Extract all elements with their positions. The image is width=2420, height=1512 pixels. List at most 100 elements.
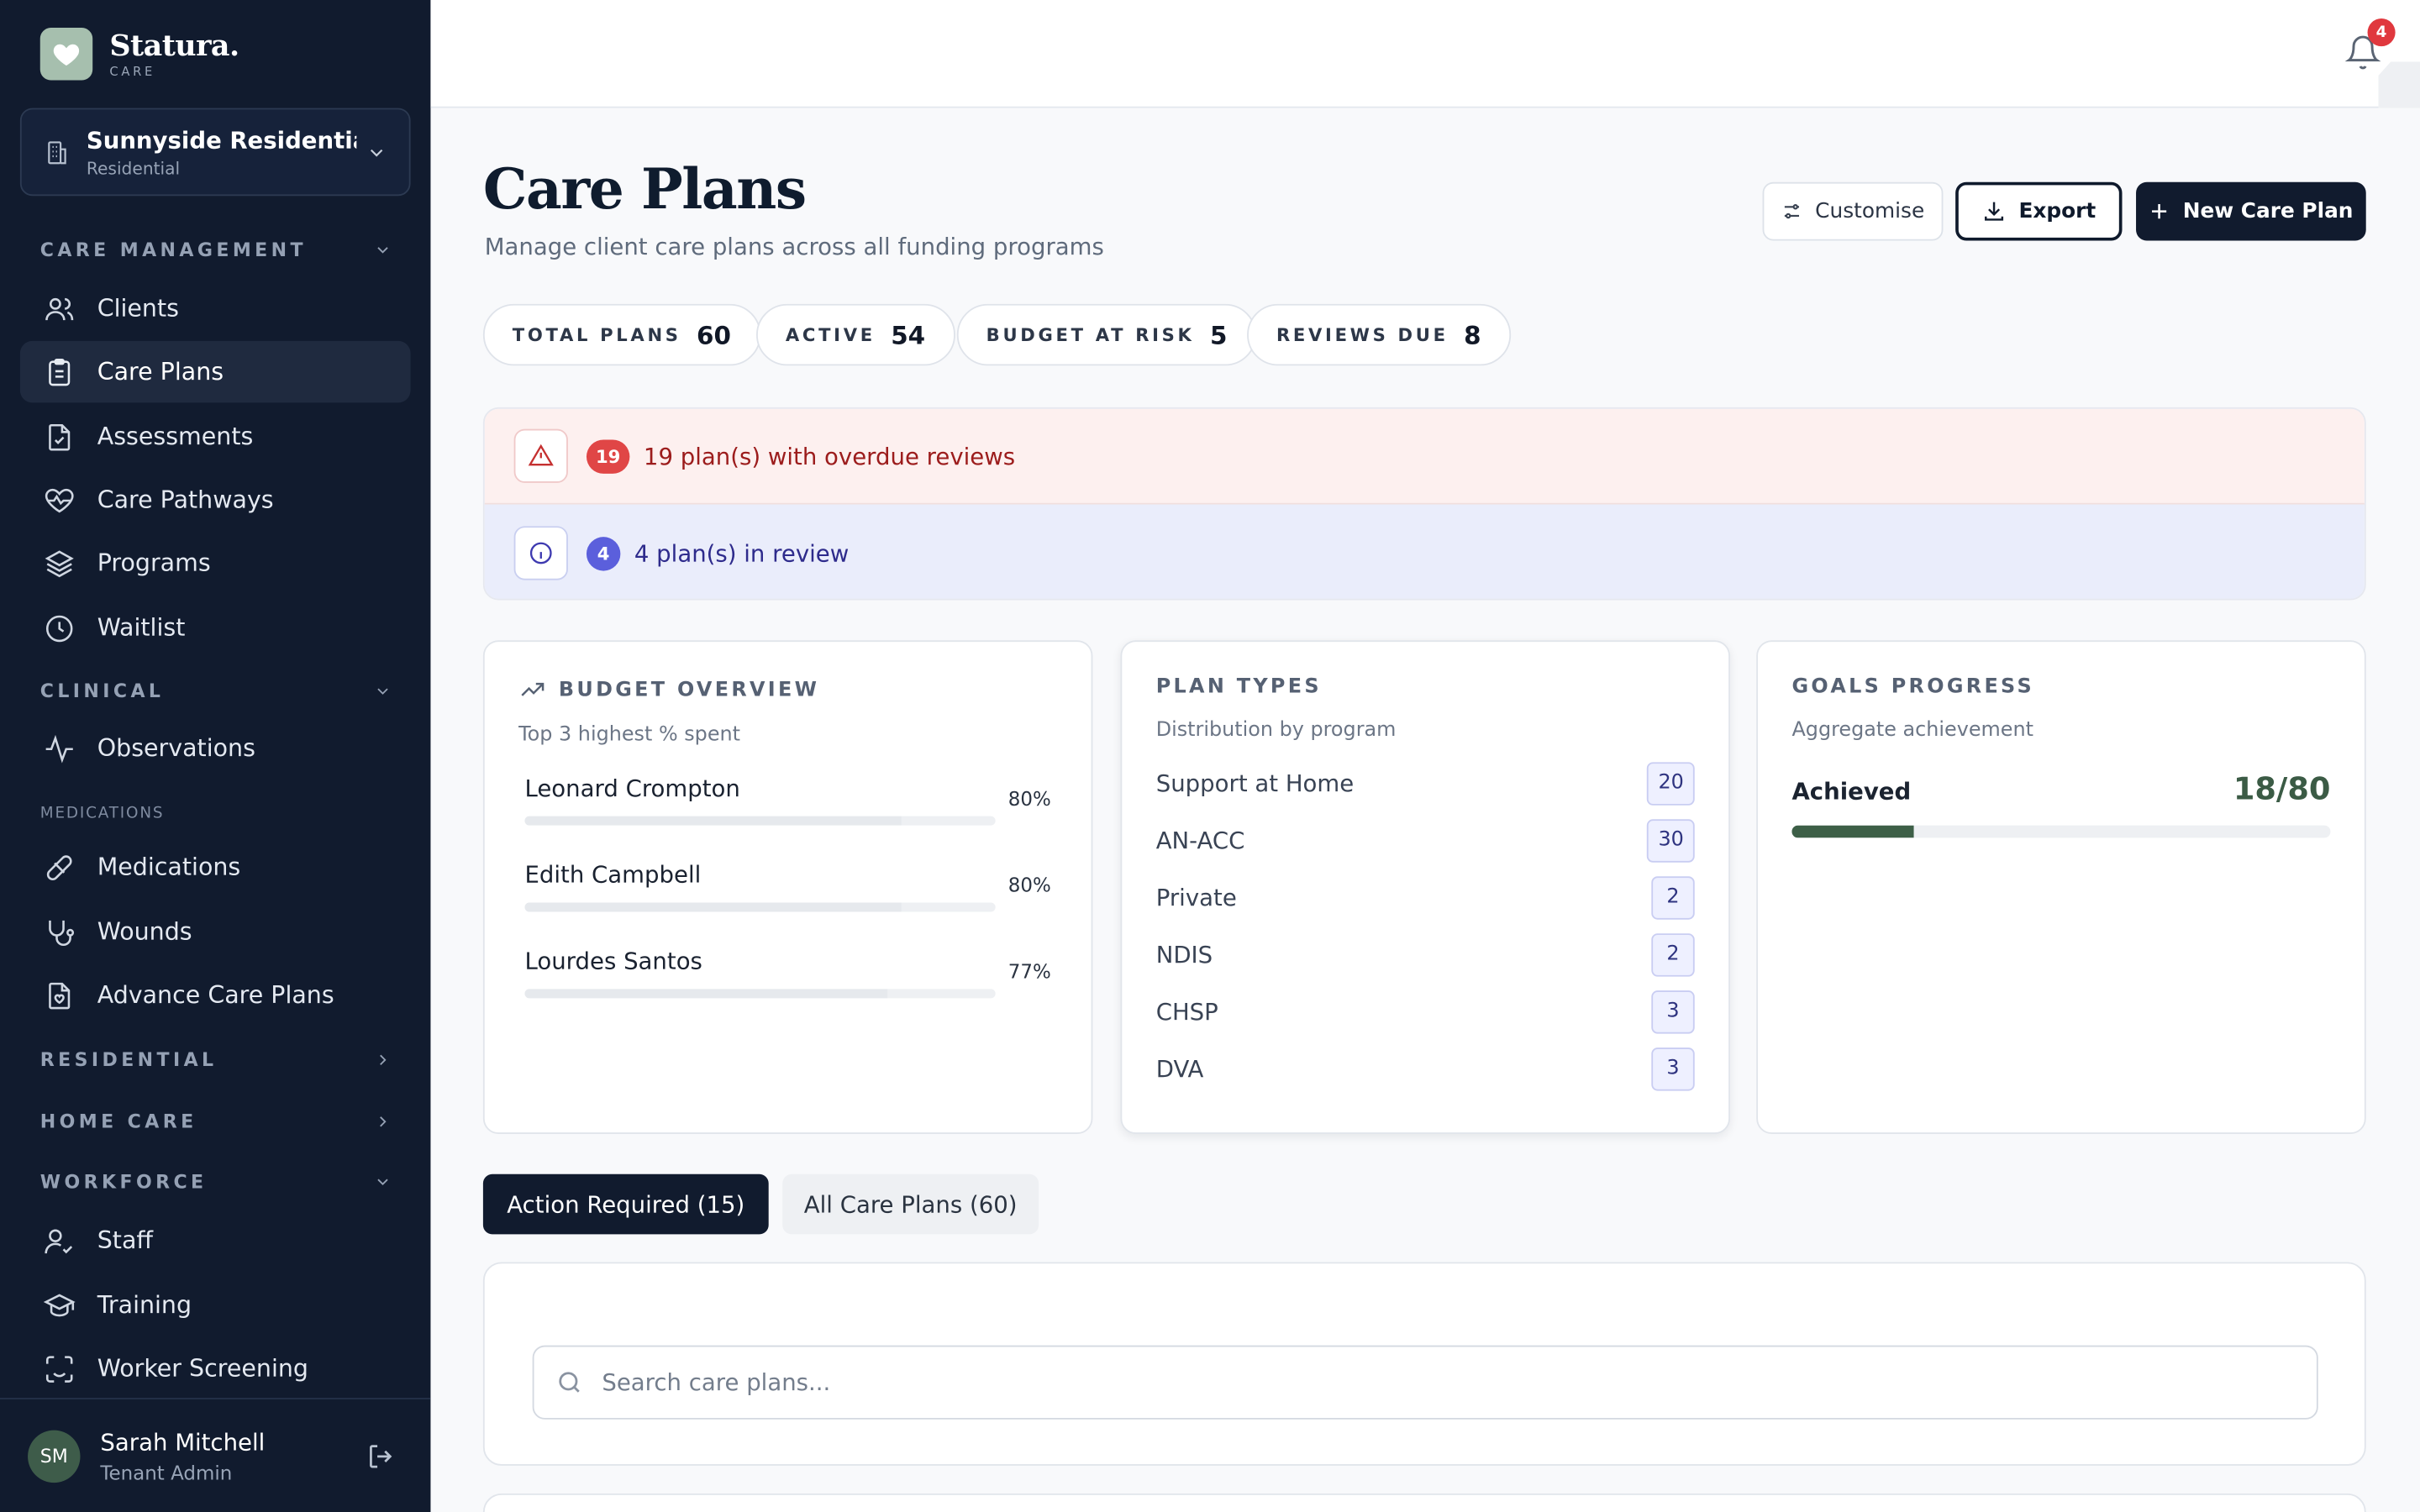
budget-fill xyxy=(524,902,902,912)
sidebar-item-label: Programs xyxy=(97,549,211,577)
tab-action-required[interactable]: Action Required (15) xyxy=(482,1173,769,1235)
plan-type-name: NDIS xyxy=(1155,940,1213,969)
sidebar-item-advance-care-plans[interactable]: Advance Care Plans xyxy=(20,964,411,1026)
facility-type: Residential xyxy=(86,158,181,179)
search-card xyxy=(482,1262,2366,1466)
heart-pulse-icon xyxy=(42,483,76,517)
goals-progress-card: GOALS PROGRESS Aggregate achievement Ach… xyxy=(1756,640,2366,1134)
stat-active[interactable]: ACTIVE 54 xyxy=(756,303,955,366)
sidebar-item-worker-screening[interactable]: Worker Screening xyxy=(20,1337,411,1399)
search-box[interactable] xyxy=(532,1345,2318,1420)
sidebar-item-label: Advance Care Plans xyxy=(97,981,334,1010)
budget-row[interactable]: Lourdes Santos 77% xyxy=(518,938,1057,1025)
customise-label: Customise xyxy=(1815,198,1925,224)
plan-type-name: AN-ACC xyxy=(1155,826,1245,854)
sidebar-item-observations[interactable]: Observations xyxy=(20,717,411,779)
logout-icon[interactable] xyxy=(366,1441,397,1472)
plan-type-row[interactable]: Private 2 xyxy=(1156,869,1695,926)
alert-text: 19 plan(s) with overdue reviews xyxy=(643,442,1016,470)
search-input[interactable] xyxy=(602,1368,2146,1397)
pill-icon xyxy=(42,850,76,884)
budget-row[interactable]: Leonard Crompton 80% xyxy=(518,765,1057,852)
facility-switcher[interactable]: Sunnyside Residentia... Residential xyxy=(19,108,411,197)
budget-bar xyxy=(524,989,996,999)
plan-type-row[interactable]: Support at Home 20 xyxy=(1156,754,1695,811)
budget-overview-card: BUDGET OVERVIEW Top 3 highest % spent Le… xyxy=(482,640,1093,1134)
sidebar: Statura. CARE Sunnyside Residentia... Re… xyxy=(0,0,431,1512)
customise-button[interactable]: Customise xyxy=(1762,181,1944,241)
facility-name: Sunnyside Residentia... xyxy=(86,125,356,154)
budget-percent: 77% xyxy=(1007,959,1051,983)
trending-up-icon xyxy=(521,682,544,696)
section-label: HOME CARE xyxy=(39,1110,197,1133)
user-profile[interactable]: SM Sarah Mitchell Tenant Admin xyxy=(0,1398,431,1512)
layers-icon xyxy=(42,546,76,580)
sidebar-item-label: Training xyxy=(97,1291,192,1320)
plan-type-count: 2 xyxy=(1651,932,1695,976)
sidebar-item-medications[interactable]: Medications xyxy=(20,837,411,898)
info-icon xyxy=(513,526,568,580)
client-name: Lourdes Santos xyxy=(524,947,702,975)
export-button[interactable]: Export xyxy=(1955,181,2123,241)
section-residential[interactable]: RESIDENTIAL xyxy=(40,1049,392,1071)
sidebar-item-care-plans[interactable]: Care Plans xyxy=(19,340,411,403)
tab-all-care-plans[interactable]: All Care Plans (60) xyxy=(782,1173,1039,1235)
brand[interactable]: Statura. CARE xyxy=(39,28,239,81)
sidebar-item-clients[interactable]: Clients xyxy=(20,278,411,339)
stat-budget-at-risk[interactable]: BUDGET AT RISK 5 xyxy=(956,303,1257,366)
sidebar-item-staff[interactable]: Staff xyxy=(20,1210,411,1271)
main-content: Care Plans Manage client care plans acro… xyxy=(430,108,2420,1512)
card-title: PLAN TYPES xyxy=(1155,675,1322,700)
sidebar-item-wounds[interactable]: Wounds xyxy=(20,901,411,963)
page-subtitle: Manage client care plans across all fund… xyxy=(484,233,1104,261)
section-home-care[interactable]: HOME CARE xyxy=(40,1110,392,1132)
alert-in-review[interactable]: 4 4 plan(s) in review xyxy=(484,504,2365,599)
sidebar-item-training[interactable]: Training xyxy=(20,1274,411,1336)
plan-type-row[interactable]: NDIS 2 xyxy=(1156,926,1695,983)
stat-label: ACTIVE xyxy=(785,323,876,346)
budget-row[interactable]: Edith Campbell 80% xyxy=(518,852,1057,938)
sidebar-item-label: Observations xyxy=(97,734,255,763)
chevron-down-icon xyxy=(377,1179,388,1185)
building-icon xyxy=(48,140,66,164)
goal-label: Achieved xyxy=(1791,777,1912,806)
sidebar-item-programs[interactable]: Programs xyxy=(20,533,411,594)
export-label: Export xyxy=(2018,198,2096,224)
sliders-icon xyxy=(1785,204,1800,219)
budget-bar xyxy=(524,816,996,826)
alerts-panel: 19 19 plan(s) with overdue reviews 4 4 p… xyxy=(482,407,2366,601)
plan-type-row[interactable]: CHSP 3 xyxy=(1156,983,1695,1040)
section-clinical[interactable]: CLINICAL xyxy=(40,680,392,702)
alert-count-badge: 19 xyxy=(586,438,630,473)
new-care-plan-button[interactable]: New Care Plan xyxy=(2136,181,2366,241)
section-label: MEDICATIONS xyxy=(39,805,165,822)
sidebar-item-waitlist[interactable]: Waitlist xyxy=(20,597,411,659)
brand-subtitle: CARE xyxy=(109,65,155,79)
sidebar-item-label: Clients xyxy=(97,294,179,323)
sidebar-item-care-pathways[interactable]: Care Pathways xyxy=(20,469,411,530)
stat-total-plans[interactable]: TOTAL PLANS 60 xyxy=(482,303,760,366)
stat-reviews-due[interactable]: REVIEWS DUE 8 xyxy=(1247,303,1511,366)
file-heart-icon xyxy=(42,978,76,1011)
client-name: Leonard Crompton xyxy=(524,774,740,803)
plan-type-row[interactable]: AN-ACC 30 xyxy=(1156,811,1695,869)
plan-types-card: PLAN TYPES Distribution by program Suppo… xyxy=(1120,640,1730,1134)
sidebar-item-assessments[interactable]: Assessments xyxy=(20,406,411,467)
goal-value: 18/80 xyxy=(2233,769,2331,807)
plan-type-row[interactable]: DVA 3 xyxy=(1156,1040,1695,1097)
clock-icon xyxy=(42,611,76,644)
section-care-management[interactable]: CARE MANAGEMENT xyxy=(40,239,392,260)
stat-value: 54 xyxy=(891,320,926,350)
section-label: RESIDENTIAL xyxy=(39,1048,218,1071)
budget-fill xyxy=(524,989,887,999)
section-workforce[interactable]: WORKFORCE xyxy=(40,1171,392,1193)
plan-type-name: Support at Home xyxy=(1155,769,1355,797)
heart-logo-icon xyxy=(39,28,93,81)
care-plans-list-card xyxy=(482,1493,2366,1512)
search-icon xyxy=(559,1372,580,1393)
budget-percent: 80% xyxy=(1007,873,1051,897)
plan-type-count: 20 xyxy=(1647,761,1695,805)
activity-icon xyxy=(42,732,76,765)
page-title: Care Plans xyxy=(482,157,807,223)
alert-overdue-reviews[interactable]: 19 19 plan(s) with overdue reviews xyxy=(484,408,2365,505)
